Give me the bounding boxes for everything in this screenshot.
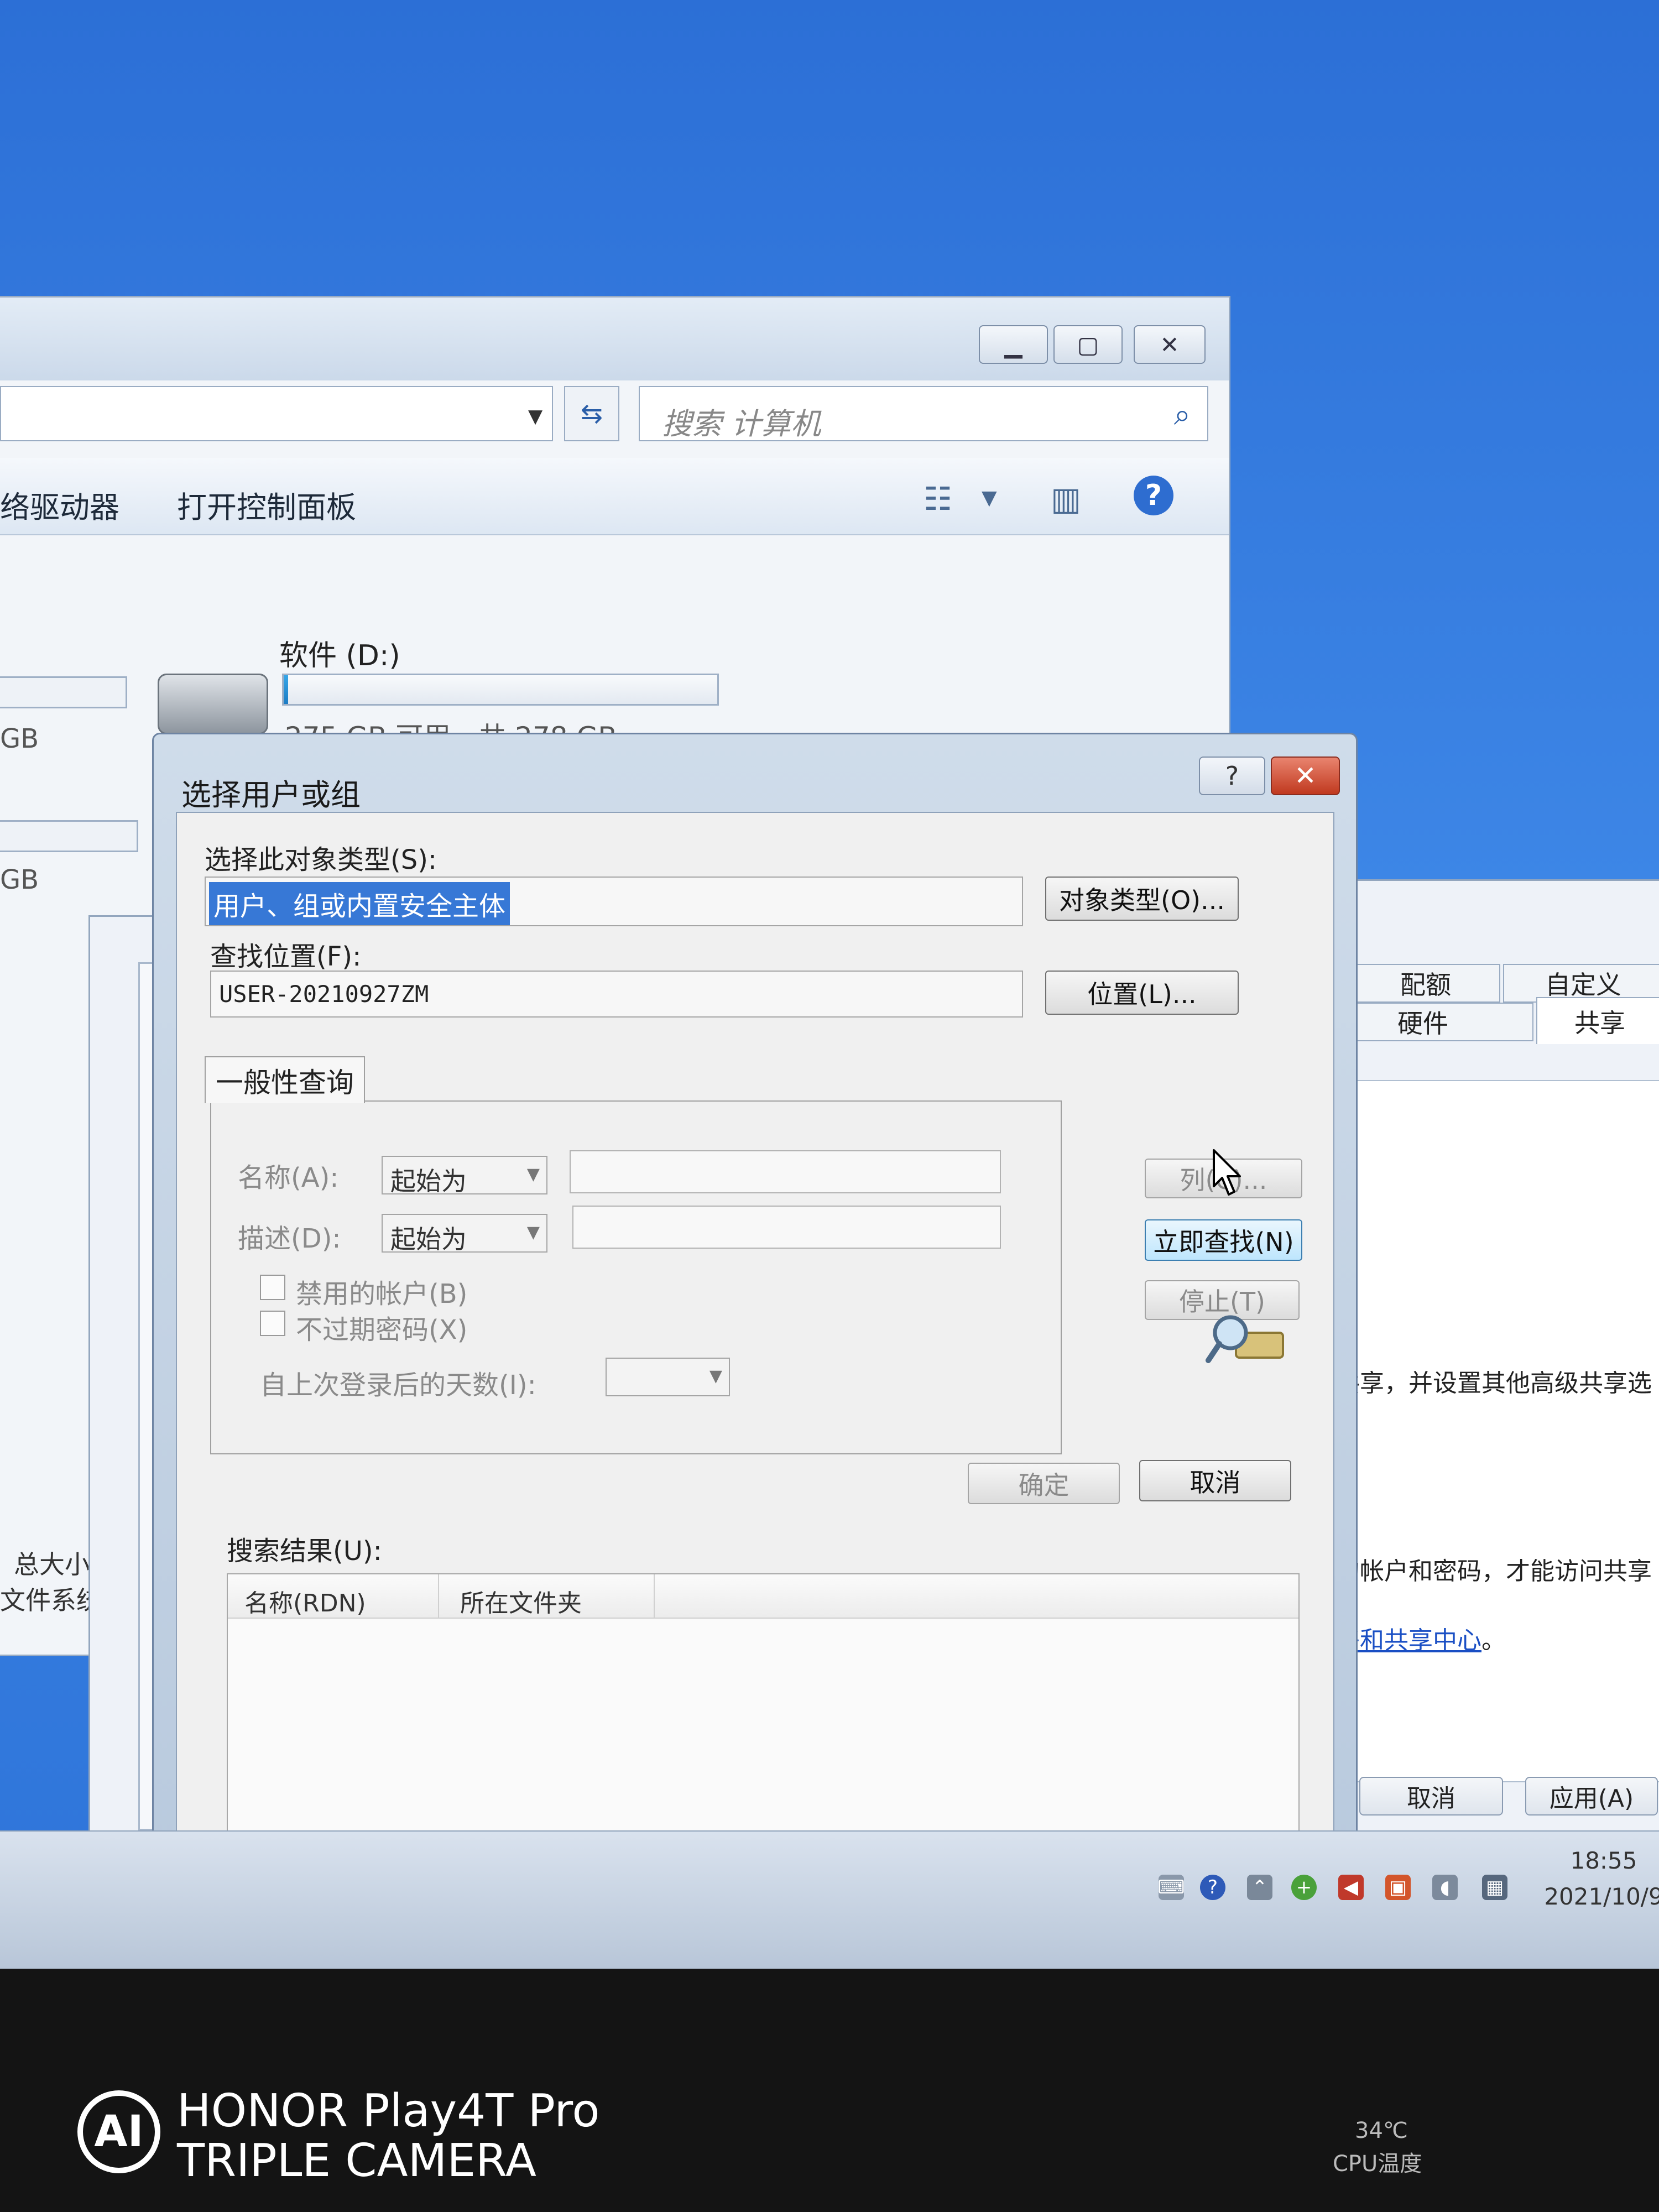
chevron-down-icon: ▼ [526,1223,540,1242]
name-label: 名称(A): [238,1162,339,1193]
non-expiring-password-checkbox[interactable] [260,1311,285,1336]
column-header-folder[interactable]: 所在文件夹 [460,1583,582,1619]
open-control-panel-button[interactable]: 打开控制面板 [177,483,356,526]
drive-size-text: GB [0,864,39,895]
description-input[interactable] [572,1206,1001,1249]
dialog-title: 选择用户或组 [181,778,361,812]
column-header-name[interactable]: 名称(RDN) [244,1583,366,1619]
taskbar [0,1830,1659,1969]
location-field[interactable]: USER-20210927ZM [210,971,1023,1018]
link-suffix: 。 [1481,1626,1506,1655]
description-mode-value: 起始为 [390,1224,467,1254]
ok-button[interactable]: 确定 [968,1463,1120,1504]
preview-pane-icon[interactable]: ▥ [1051,480,1081,518]
refresh-button[interactable]: ⇆ [564,386,619,441]
name-mode-select[interactable]: 起始为 ▼ [382,1156,547,1196]
sharing-text: 的帐户和密码，才能访问共享 [1335,1557,1652,1585]
clock-time[interactable]: 18:55 [1548,1847,1659,1874]
mouse-cursor-icon [1213,1149,1241,1196]
name-mode-value: 起始为 [390,1166,467,1196]
close-button[interactable]: ✕ [1134,325,1206,364]
maximize-button[interactable]: ▢ [1053,325,1123,364]
name-input[interactable] [570,1150,1001,1193]
drive-usage-bar [282,674,719,706]
dialog-close-button[interactable]: ✕ [1271,757,1340,795]
object-type-value: 用户、组或内置安全主体 [209,882,510,925]
drive-usage-fill [284,675,288,704]
search-input[interactable]: 搜索 计算机 ⌕ [639,386,1208,441]
drive-name[interactable]: 软件 (D:) [279,632,400,674]
view-dropdown-icon[interactable]: ▼ [982,487,997,509]
search-icon[interactable]: ⌕ [1174,397,1191,432]
location-label: 查找位置(F): [210,941,362,972]
help-icon[interactable]: ? [1200,1875,1225,1900]
object-types-button[interactable]: 对象类型(O)... [1045,877,1239,921]
column-divider[interactable] [438,1574,439,1619]
view-options-icon[interactable]: ☷ [924,480,952,518]
show-hidden-icons-icon[interactable]: ⌃ [1247,1875,1272,1900]
description-label: 描述(D): [238,1223,341,1254]
search-animation-icon [1206,1315,1284,1363]
network-icon[interactable]: ▦ [1482,1875,1507,1900]
close-icon: ✕ [1160,331,1180,358]
clock-date[interactable]: 2021/10/9 [1537,1883,1659,1910]
network-center-link-row: 络和共享中心。 [1335,1620,1506,1656]
drive-size-text: GB [0,723,39,754]
locations-button[interactable]: 位置(L)... [1045,971,1239,1015]
object-type-label: 选择此对象类型(S): [205,844,437,875]
security-icon[interactable]: + [1291,1875,1317,1900]
chevron-down-icon: ▼ [526,1165,540,1184]
close-icon: ✕ [1294,760,1317,791]
volume-icon[interactable]: ◀ [1338,1875,1364,1900]
refresh-icon: ⇆ [580,398,603,429]
drive-usage-bar [0,820,138,852]
results-header: 名称(RDN) 所在文件夹 [228,1574,1298,1619]
disabled-accounts-label: 禁用的帐户(B) [296,1279,468,1310]
tab-sharing[interactable]: 共享 [1536,997,1659,1044]
maximize-icon: ▢ [1077,331,1099,358]
tab-quota[interactable]: 配额 [1351,964,1500,1003]
speaker-icon[interactable]: ◖ [1432,1875,1458,1900]
minimize-icon: ▁ [1004,331,1022,358]
disabled-accounts-checkbox[interactable] [260,1275,285,1300]
cpu-temperature-value: 34℃ [1355,2118,1408,2143]
properties-cancel-button[interactable]: 取消 [1359,1777,1503,1815]
column-divider[interactable] [654,1574,655,1619]
app-tray-icon[interactable]: ▣ [1385,1875,1411,1900]
cancel-button[interactable]: 取消 [1139,1460,1291,1501]
address-dropdown-icon[interactable]: ▼ [528,405,542,427]
search-placeholder: 搜索 计算机 [662,406,821,441]
hard-drive-icon[interactable] [158,674,268,734]
days-since-logon-label: 自上次登录后的天数(I): [260,1370,536,1401]
camera-watermark-lens: TRIPLE CAMERA [177,2135,536,2187]
camera-watermark-model: HONOR Play4T Pro [177,2085,600,2137]
select-users-dialog: 选择用户或组 ? ✕ 选择此对象类型(S): 用户、组或内置安全主体 对象类型(… [152,733,1358,1938]
keyboard-icon[interactable]: ⌨ [1157,1875,1185,1900]
map-drive-button[interactable]: 络驱动器 [0,483,119,526]
minimize-button[interactable]: ▁ [979,325,1048,364]
object-type-field[interactable]: 用户、组或内置安全主体 [205,877,1023,926]
days-since-logon-select[interactable]: ▼ [606,1358,730,1396]
dialog-body: 选择此对象类型(S): 用户、组或内置安全主体 对象类型(O)... 查找位置(… [176,812,1334,1938]
address-bar[interactable] [0,386,553,441]
properties-apply-button[interactable]: 应用(A) [1525,1777,1658,1815]
tab-common-queries[interactable]: 一般性查询 [205,1056,365,1103]
non-expiring-password-label: 不过期密码(X) [296,1314,468,1345]
chevron-down-icon: ▼ [709,1366,722,1386]
location-value: USER-20210927ZM [219,980,429,1008]
drive-usage-bar [0,676,127,708]
help-icon: ? [1225,761,1239,791]
find-now-button[interactable]: 立即查找(N) [1145,1219,1302,1261]
properties-window: 配额 自定义 硬件 共享 共享，并设置其他高级共享选 的帐户和密码，才能访问共享… [1311,879,1659,1841]
sharing-text: 共享，并设置其他高级共享选 [1335,1369,1652,1397]
camera-ai-logo: AI [77,2090,160,2173]
explorer-toolbar: 络驱动器 打开控制面板 ☷ ▼ ▥ ? [0,458,1229,535]
description-mode-select[interactable]: 起始为 ▼ [382,1214,547,1254]
help-icon[interactable]: ? [1134,476,1173,515]
sharing-tab-content: 共享，并设置其他高级共享选 的帐户和密码，才能访问共享 络和共享中心。 [1329,1080,1659,1782]
cpu-temperature-label: CPU温度 [1333,2151,1422,2177]
dialog-help-button[interactable]: ? [1199,757,1265,795]
search-results-label: 搜索结果(U): [227,1536,382,1567]
